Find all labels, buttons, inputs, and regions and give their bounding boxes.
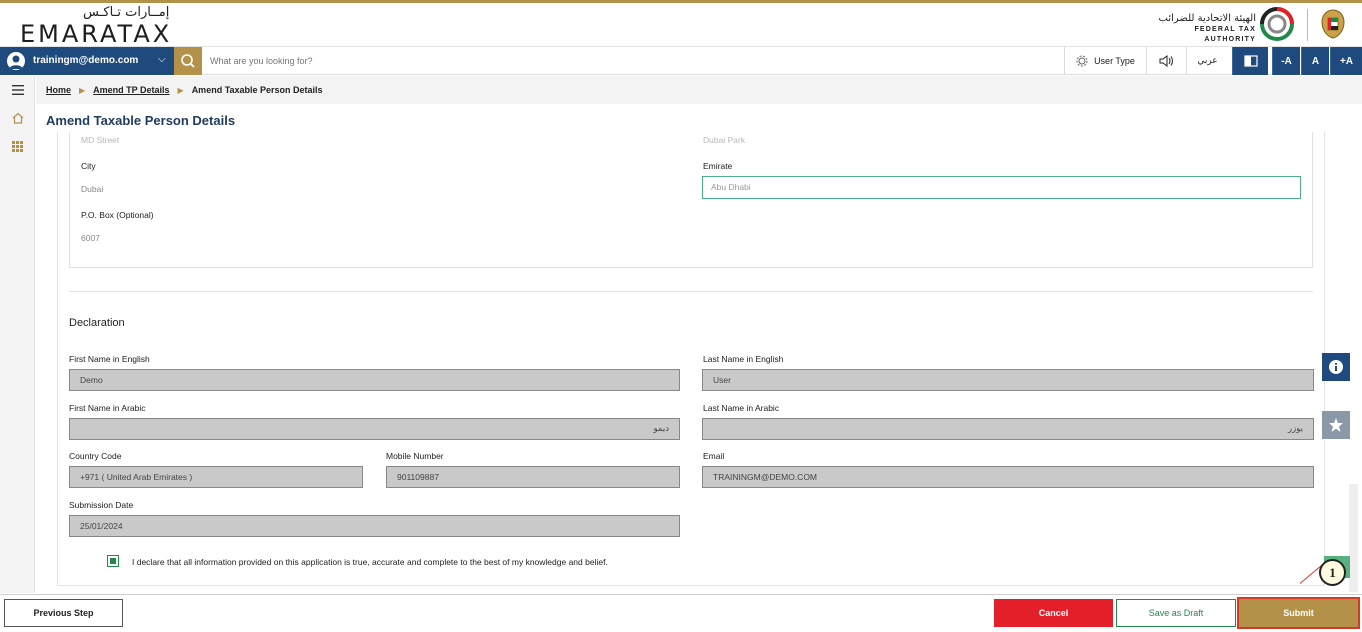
breadcrumb-home[interactable]: Home xyxy=(46,85,71,95)
font-reset-button[interactable]: A xyxy=(1301,47,1329,75)
emirate-select[interactable]: Abu Dhabi xyxy=(702,176,1301,199)
left-rail xyxy=(0,76,35,593)
page-scrollbar[interactable] xyxy=(1349,484,1358,592)
font-increase-button[interactable]: +A xyxy=(1330,47,1362,75)
uae-emblem-icon xyxy=(1321,9,1345,39)
mobile-label: Mobile Number xyxy=(386,451,444,461)
previous-step-button[interactable]: Previous Step xyxy=(4,599,123,627)
save-draft-button[interactable]: Save as Draft xyxy=(1116,599,1236,627)
pobox-value: 6007 xyxy=(81,233,100,243)
declaration-statement: I declare that all information provided … xyxy=(132,557,608,567)
last-name-ar-label: Last Name in Arabic xyxy=(703,403,780,413)
breadcrumb-arrow-icon: ▶ xyxy=(79,85,86,95)
home-icon xyxy=(12,112,23,124)
first-name-en-label: First Name in English xyxy=(69,354,150,364)
fta-name-arabic: الهيئة الاتحادية للضرائب xyxy=(1158,13,1256,24)
form-footer: Previous Step Cancel Save as Draft Submi… xyxy=(0,594,1362,632)
apps-nav[interactable] xyxy=(0,134,35,158)
first-name-en-field: Demo xyxy=(69,369,680,391)
mobile-field: 901109887 xyxy=(386,466,680,488)
breadcrumb-amend-tp[interactable]: Amend TP Details xyxy=(93,85,169,95)
breadcrumb: Home ▶ Amend TP Details ▶ Amend Taxable … xyxy=(46,85,323,95)
brand-header: إمــارات تـاكـس EMARATAX الهيئة الاتحادي… xyxy=(0,3,1362,48)
star-icon xyxy=(1329,418,1343,432)
font-decrease-button[interactable]: -A xyxy=(1272,47,1300,75)
emaratax-logo[interactable]: EMARATAX xyxy=(20,20,172,48)
checkbox-checked-icon xyxy=(110,558,116,564)
user-menu[interactable]: trainingm@demo.com ⌵ xyxy=(0,47,174,75)
emirate-label: Emirate xyxy=(703,161,733,171)
breadcrumb-bar: Home ▶ Amend TP Details ▶ Amend Taxable … xyxy=(36,76,1362,104)
declaration-title: Declaration xyxy=(69,317,125,329)
home-nav[interactable] xyxy=(0,106,35,130)
speaker-icon xyxy=(1159,55,1173,67)
breadcrumb-arrow-icon: ▶ xyxy=(177,85,184,95)
country-code-field: +971 ( United Arab Emirates ) xyxy=(69,466,363,488)
first-name-ar-field: ديمو xyxy=(69,418,680,440)
cancel-button[interactable]: Cancel xyxy=(994,599,1113,627)
read-aloud-button[interactable] xyxy=(1146,47,1186,75)
fta-name-english: FEDERAL TAX AUTHORITY xyxy=(1194,26,1256,43)
contrast-toggle[interactable] xyxy=(1232,47,1268,75)
chevron-down-icon: ⌵ xyxy=(158,54,166,65)
last-name-en-field: User xyxy=(702,369,1314,391)
user-email: trainingm@demo.com xyxy=(33,55,139,66)
menu-toggle[interactable] xyxy=(0,78,35,102)
emaratax-logo-arabic: إمــارات تـاكـس xyxy=(83,5,170,20)
first-name-ar-label: First Name in Arabic xyxy=(69,403,146,413)
email-field: TRAININGM@DEMO.COM xyxy=(702,466,1314,488)
grid-icon xyxy=(12,140,23,152)
info-button[interactable] xyxy=(1322,353,1350,381)
user-type-button[interactable]: User Type xyxy=(1064,47,1146,75)
page-title: Amend Taxable Person Details xyxy=(46,113,236,128)
country-code-label: Country Code xyxy=(69,451,122,461)
area-value: Dubai Park xyxy=(703,135,746,145)
last-name-en-label: Last Name in English xyxy=(703,354,784,364)
email-label: Email xyxy=(703,451,725,461)
hamburger-icon xyxy=(11,85,24,95)
submission-date-field: 25/01/2024 xyxy=(69,515,680,537)
brand-divider xyxy=(1307,9,1308,41)
user-type-label: User Type xyxy=(1094,56,1135,66)
street-value: MD Street xyxy=(81,135,120,145)
fta-emblem-icon xyxy=(1260,7,1294,41)
search-button[interactable] xyxy=(174,47,202,75)
favorite-button[interactable] xyxy=(1322,411,1350,439)
declaration-checkbox[interactable] xyxy=(107,555,119,567)
contrast-icon xyxy=(1243,55,1258,67)
search-icon xyxy=(181,54,195,68)
gear-icon xyxy=(1076,55,1088,67)
language-arabic-button[interactable]: عربي xyxy=(1186,47,1228,75)
info-icon xyxy=(1329,360,1343,374)
submit-button[interactable]: Submit xyxy=(1237,597,1360,629)
top-navbar: trainingm@demo.com ⌵ User Type عربي -A A… xyxy=(0,47,1362,75)
user-avatar-icon xyxy=(7,52,25,70)
city-label: City xyxy=(81,161,96,171)
address-section xyxy=(69,132,1313,268)
last-name-ar-field: يوزر xyxy=(702,418,1314,440)
city-value: Dubai xyxy=(81,184,104,194)
step-callout-badge: 1 xyxy=(1319,559,1346,586)
fta-logo-text: الهيئة الاتحادية للضرائب FEDERAL TAX AUT… xyxy=(1150,13,1256,45)
breadcrumb-current: Amend Taxable Person Details xyxy=(191,85,323,95)
search-input[interactable] xyxy=(210,52,710,70)
section-divider xyxy=(69,291,1313,292)
pobox-label: P.O. Box (Optional) xyxy=(81,210,154,220)
submission-date-label: Submission Date xyxy=(69,500,134,510)
